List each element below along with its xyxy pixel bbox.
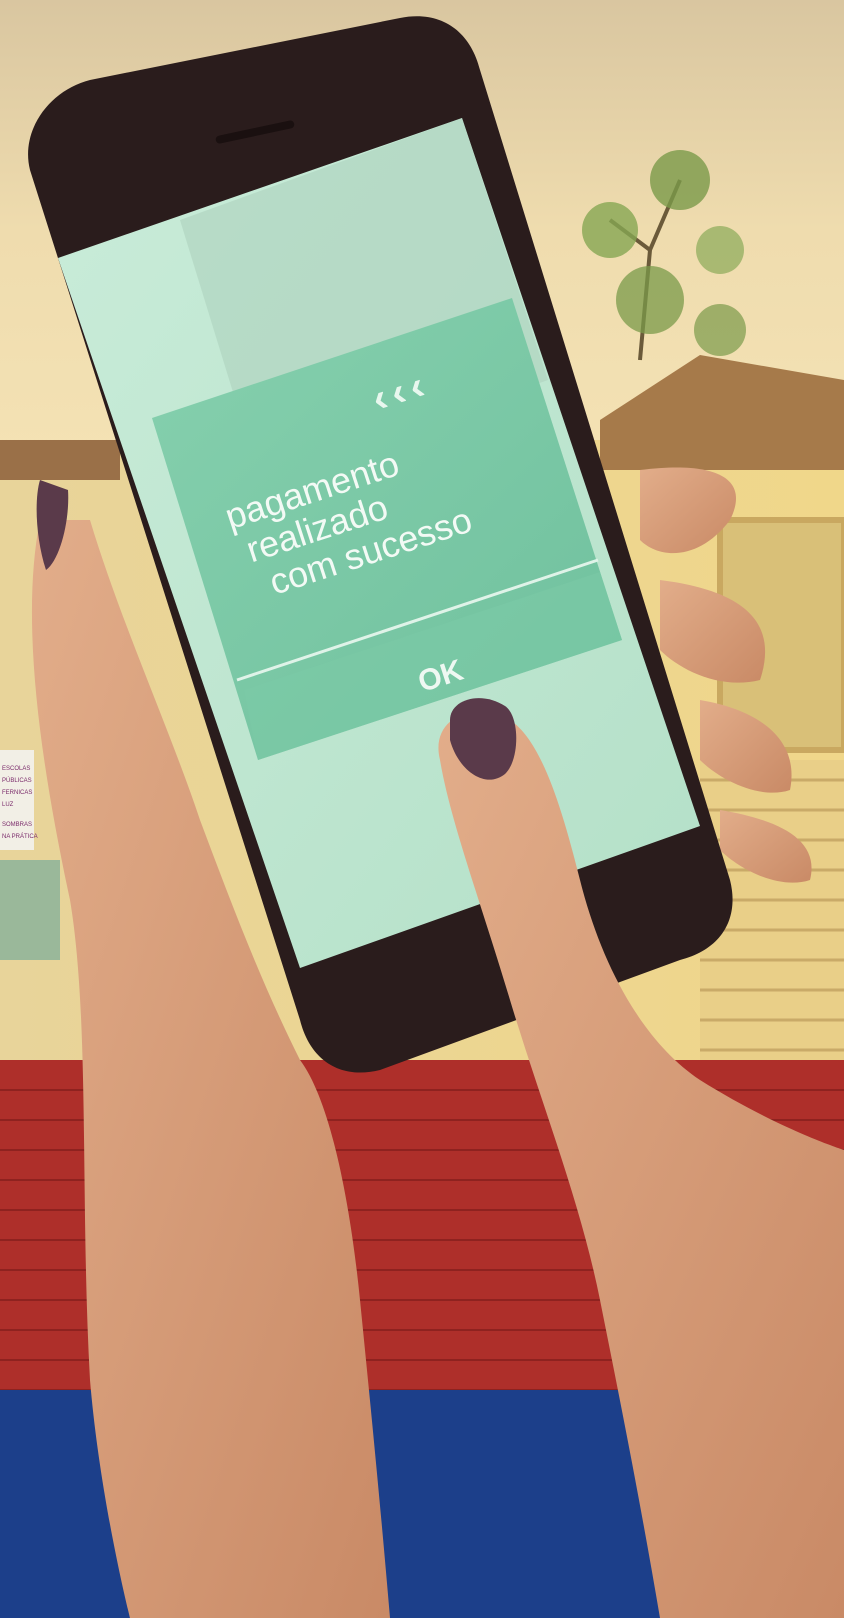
tiles [0,860,60,960]
poster-line-0: ESCOLAS [2,766,30,772]
poster-line-5: NA PRÁTICA [2,833,38,840]
poster-line-3: LUZ [2,802,14,808]
poster-line-4: SOMBRAS [2,822,32,828]
photo-scene: ESCOLAS PÚBLICAS FERNICAS LUZ SOMBRAS NA… [0,0,844,1618]
roof-left [0,440,120,480]
poster: ESCOLAS PÚBLICAS FERNICAS LUZ SOMBRAS NA… [0,750,38,850]
poster-line-1: PÚBLICAS [2,777,32,784]
poster-line-2: FERNICAS [2,790,32,796]
scene-svg: ESCOLAS PÚBLICAS FERNICAS LUZ SOMBRAS NA… [0,0,844,1618]
